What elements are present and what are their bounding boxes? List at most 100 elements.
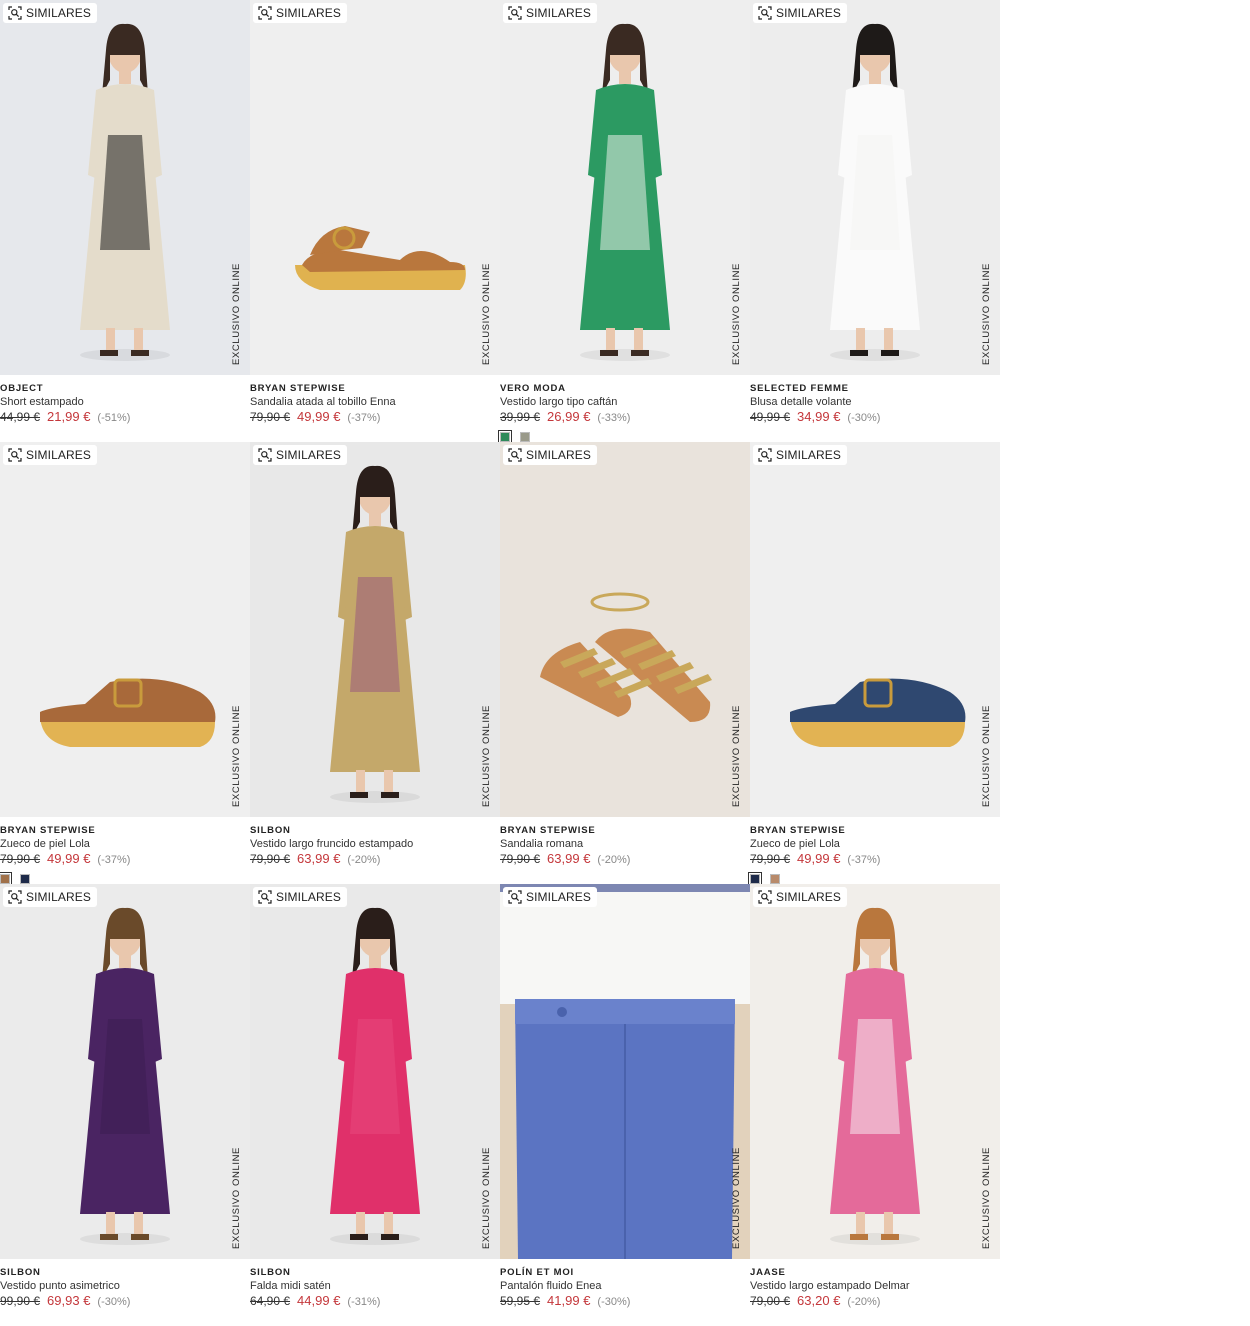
product-photo xyxy=(750,884,1000,1259)
product-name[interactable]: Sandalia romana xyxy=(500,837,750,852)
exclusive-online-tag: EXCLUSIVO ONLINE xyxy=(981,1147,992,1249)
visual-search-icon xyxy=(508,6,522,20)
exclusive-online-tag: EXCLUSIVO ONLINE xyxy=(231,1147,242,1249)
price-row: 59,95 € 41,99 € (-30%) xyxy=(500,1294,750,1309)
color-swatch[interactable] xyxy=(0,872,12,886)
product-image[interactable]: SIMILARES EXCLUSIVO ONLINE xyxy=(500,884,750,1259)
product-name[interactable]: Vestido punto asimetrico xyxy=(0,1279,250,1294)
product-image[interactable]: SIMILARES EXCLUSIVO ONLINE xyxy=(750,0,1000,375)
similar-button[interactable]: SIMILARES xyxy=(3,3,97,23)
product-name[interactable]: Falda midi satén xyxy=(250,1279,500,1294)
price-row: 79,90 € 49,99 € (-37%) xyxy=(750,852,1000,867)
original-price: 99,90 € xyxy=(0,1294,41,1308)
product-name[interactable]: Sandalia atada al tobillo Enna xyxy=(250,395,500,410)
original-price: 49,99 € xyxy=(750,410,791,424)
product-card[interactable]: SIMILARES EXCLUSIVO ONLINE BRYAN STEPWIS… xyxy=(0,442,250,886)
product-name[interactable]: Pantalón fluido Enea xyxy=(500,1279,750,1294)
similar-button[interactable]: SIMILARES xyxy=(253,887,347,907)
visual-search-icon xyxy=(758,6,772,20)
product-card[interactable]: SIMILARES EXCLUSIVO ONLINE POLÍN ET MOI … xyxy=(500,884,750,1326)
product-name[interactable]: Vestido largo tipo caftán xyxy=(500,395,750,410)
product-card[interactable]: SIMILARES EXCLUSIVO ONLINE SILBON Falda … xyxy=(250,884,500,1326)
exclusive-online-tag: EXCLUSIVO ONLINE xyxy=(481,1147,492,1249)
product-photo xyxy=(250,0,500,375)
product-brand: SELECTED FEMME xyxy=(750,383,849,394)
product-brand: JAASE xyxy=(750,1267,786,1278)
product-image[interactable]: SIMILARES EXCLUSIVO ONLINE xyxy=(250,442,500,817)
product-name[interactable]: Vestido largo estampado Delmar xyxy=(750,1279,1000,1294)
product-card[interactable]: SIMILARES EXCLUSIVO ONLINE SILBON Vestid… xyxy=(250,442,500,884)
product-image[interactable]: SIMILARES EXCLUSIVO ONLINE xyxy=(250,884,500,1259)
similar-button[interactable]: SIMILARES xyxy=(253,3,347,23)
sale-price: 49,99 € xyxy=(297,409,341,424)
original-price: 79,90 € xyxy=(250,852,291,866)
product-card[interactable]: SIMILARES EXCLUSIVO ONLINE BRYAN STEPWIS… xyxy=(748,442,1000,886)
color-swatch[interactable] xyxy=(770,874,780,884)
sale-price: 63,99 € xyxy=(547,851,591,866)
similar-label: SIMILARES xyxy=(526,890,591,904)
color-swatch[interactable] xyxy=(20,874,30,884)
exclusive-online-tag: EXCLUSIVO ONLINE xyxy=(481,705,492,807)
product-card[interactable]: SIMILARES EXCLUSIVO ONLINE BRYAN STEPWIS… xyxy=(250,0,500,442)
product-photo xyxy=(0,442,250,817)
sale-price: 26,99 € xyxy=(547,409,591,424)
product-image[interactable]: SIMILARES EXCLUSIVO ONLINE xyxy=(0,0,250,375)
color-swatches xyxy=(0,872,250,886)
original-price: 79,90 € xyxy=(0,852,41,866)
product-image[interactable]: SIMILARES EXCLUSIVO ONLINE xyxy=(750,442,1000,817)
color-swatches xyxy=(748,872,1000,886)
color-swatches xyxy=(498,430,750,444)
similar-button[interactable]: SIMILARES xyxy=(753,3,847,23)
similar-button[interactable]: SIMILARES xyxy=(3,887,97,907)
price-row: 79,90 € 49,99 € (-37%) xyxy=(250,410,500,425)
product-brand: BRYAN STEPWISE xyxy=(0,825,96,836)
product-image[interactable]: SIMILARES EXCLUSIVO ONLINE xyxy=(0,884,250,1259)
exclusive-online-tag: EXCLUSIVO ONLINE xyxy=(981,705,992,807)
discount-percent: (-33%) xyxy=(597,412,631,424)
similar-button[interactable]: SIMILARES xyxy=(503,887,597,907)
product-name[interactable]: Zueco de piel Lola xyxy=(750,837,1000,852)
product-name[interactable]: Vestido largo fruncido estampado xyxy=(250,837,500,852)
similar-button[interactable]: SIMILARES xyxy=(3,445,97,465)
discount-percent: (-20%) xyxy=(847,1296,881,1308)
discount-percent: (-31%) xyxy=(347,1296,381,1308)
product-name[interactable]: Short estampado xyxy=(0,395,250,410)
product-photo xyxy=(500,0,750,375)
product-card[interactable]: SIMILARES EXCLUSIVO ONLINE BRYAN STEPWIS… xyxy=(500,442,750,884)
similar-button[interactable]: SIMILARES xyxy=(503,445,597,465)
product-card[interactable]: SIMILARES EXCLUSIVO ONLINE SILBON Vestid… xyxy=(0,884,250,1326)
similar-label: SIMILARES xyxy=(776,448,841,462)
product-card[interactable]: SIMILARES EXCLUSIVO ONLINE SELECTED FEMM… xyxy=(750,0,1000,442)
color-swatch[interactable] xyxy=(748,872,762,886)
product-photo xyxy=(500,884,750,1259)
product-name[interactable]: Blusa detalle volante xyxy=(750,395,1000,410)
similar-button[interactable]: SIMILARES xyxy=(503,3,597,23)
similar-label: SIMILARES xyxy=(526,448,591,462)
sale-price: 21,99 € xyxy=(47,409,91,424)
color-swatch[interactable] xyxy=(520,432,530,442)
exclusive-online-tag: EXCLUSIVO ONLINE xyxy=(231,705,242,807)
similar-button[interactable]: SIMILARES xyxy=(753,445,847,465)
product-brand: BRYAN STEPWISE xyxy=(750,825,846,836)
product-card[interactable]: SIMILARES EXCLUSIVO ONLINE OBJECT Short … xyxy=(0,0,250,442)
similar-button[interactable]: SIMILARES xyxy=(753,887,847,907)
exclusive-online-tag: EXCLUSIVO ONLINE xyxy=(981,263,992,365)
product-info: BRYAN STEPWISE Sandalia atada al tobillo… xyxy=(250,375,500,432)
exclusive-online-tag: EXCLUSIVO ONLINE xyxy=(731,263,742,365)
visual-search-icon xyxy=(508,448,522,462)
similar-button[interactable]: SIMILARES xyxy=(253,445,347,465)
product-image[interactable]: SIMILARES EXCLUSIVO ONLINE xyxy=(750,884,1000,1259)
product-image[interactable]: SIMILARES EXCLUSIVO ONLINE xyxy=(500,442,750,817)
product-image[interactable]: SIMILARES EXCLUSIVO ONLINE xyxy=(0,442,250,817)
product-image[interactable]: SIMILARES EXCLUSIVO ONLINE xyxy=(250,0,500,375)
color-swatch[interactable] xyxy=(498,430,512,444)
product-image[interactable]: SIMILARES EXCLUSIVO ONLINE xyxy=(500,0,750,375)
discount-percent: (-37%) xyxy=(97,854,131,866)
product-name[interactable]: Zueco de piel Lola xyxy=(0,837,250,852)
product-info: OBJECT Short estampado 44,99 € 21,99 € (… xyxy=(0,375,250,432)
price-row: 99,90 € 69,93 € (-30%) xyxy=(0,1294,250,1309)
product-card[interactable]: SIMILARES EXCLUSIVO ONLINE VERO MODA Ves… xyxy=(498,0,750,444)
visual-search-icon xyxy=(258,6,272,20)
product-card[interactable]: SIMILARES EXCLUSIVO ONLINE JAASE Vestido… xyxy=(750,884,1000,1326)
similar-label: SIMILARES xyxy=(276,890,341,904)
